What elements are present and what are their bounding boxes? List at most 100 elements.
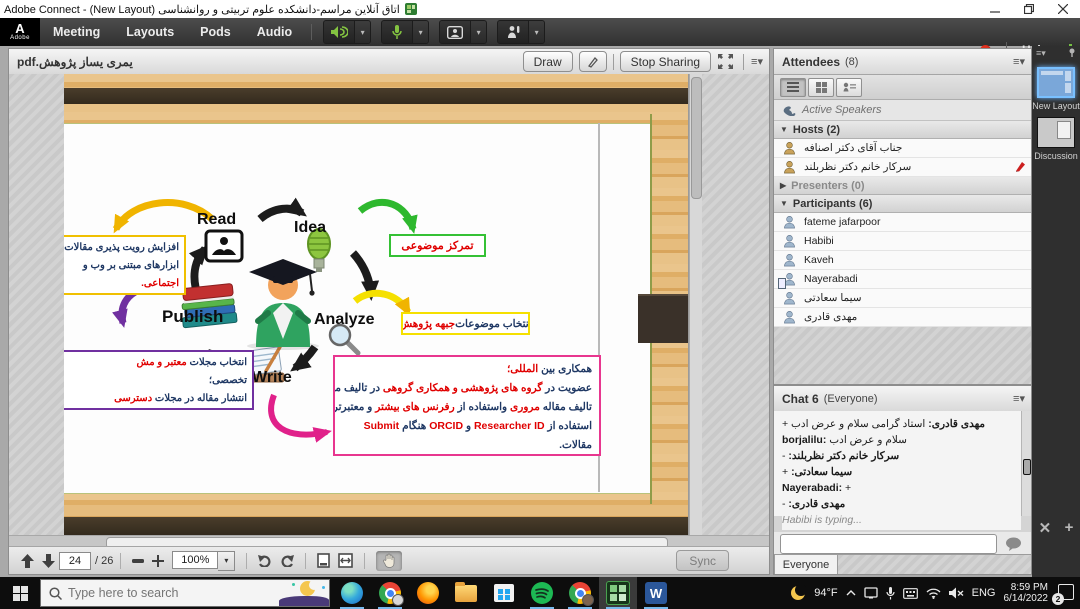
- attendee-row[interactable]: fateme jafarpoor: [774, 213, 1031, 232]
- zoom-out-button[interactable]: [132, 559, 144, 563]
- menu-pods[interactable]: Pods: [187, 18, 244, 46]
- taskbar-spotify[interactable]: [523, 577, 561, 609]
- attendee-row[interactable]: Nayerabadi: [774, 270, 1031, 289]
- start-button[interactable]: [0, 577, 40, 609]
- close-button[interactable]: [1046, 0, 1080, 18]
- rotate-left-button[interactable]: [258, 554, 272, 567]
- rail-add-layout-icon[interactable]: +: [1065, 519, 1074, 537]
- pointer-tool-button[interactable]: [579, 51, 607, 72]
- fit-width-button[interactable]: [338, 553, 353, 568]
- tray-wifi-icon[interactable]: [926, 588, 941, 599]
- taskbar-adobe-connect-active[interactable]: [599, 577, 637, 609]
- attendee-row[interactable]: سیما سعادتی: [774, 289, 1031, 308]
- next-page-button[interactable]: [42, 554, 55, 568]
- attendees-pod-menu-icon[interactable]: ≡▾: [1013, 55, 1025, 68]
- pdf-slide[interactable]: Read Idea Analyze Write Publish افزایش ر…: [64, 74, 689, 535]
- menu-layouts[interactable]: Layouts: [113, 18, 187, 46]
- taskbar-firefox[interactable]: [409, 577, 447, 609]
- zoom-dropdown[interactable]: ▾: [218, 551, 235, 571]
- chat-pod-menu-icon[interactable]: ≡▾: [1013, 392, 1025, 405]
- discussion-thumbnail[interactable]: [1037, 117, 1075, 148]
- taskbar-chrome-2[interactable]: [561, 577, 599, 609]
- chat-scrollbar[interactable]: [1021, 411, 1031, 516]
- weather-temp[interactable]: 94°F: [814, 587, 837, 599]
- divider: [305, 553, 306, 569]
- rotate-right-button[interactable]: [280, 554, 294, 567]
- speaker-button[interactable]: [324, 21, 354, 43]
- attendee-row[interactable]: مهدی قادری: [774, 308, 1031, 327]
- share-pod-menu-icon[interactable]: ≡▾: [751, 55, 763, 68]
- tray-display-icon[interactable]: [864, 587, 878, 599]
- presenters-section-header[interactable]: ▶ Presenters (0): [774, 177, 1031, 195]
- send-message-button[interactable]: [1001, 534, 1025, 554]
- new-layout-thumbnail[interactable]: [1037, 67, 1075, 98]
- microphone-dropdown[interactable]: ▾: [412, 21, 428, 43]
- scrollbar-thumb[interactable]: [1023, 459, 1031, 475]
- hosts-label: Hosts (2): [793, 124, 840, 136]
- tray-volume-muted-icon[interactable]: [949, 587, 964, 599]
- maximize-button[interactable]: [1012, 0, 1046, 18]
- scrollbar-thumb[interactable]: [691, 77, 702, 199]
- rail-pin-icon[interactable]: [1068, 48, 1076, 59]
- layout-discussion[interactable]: Discussion: [1032, 117, 1080, 161]
- pan-tool-button[interactable]: [376, 551, 402, 571]
- rail-menu-icon[interactable]: ≡▾: [1036, 48, 1046, 59]
- journals-textbox: انتخاب مجلات معتبر و مشتخصصی؛انتشار مقال…: [64, 350, 254, 410]
- notification-center-button[interactable]: 2: [1056, 584, 1076, 602]
- taskbar-chrome[interactable]: [371, 577, 409, 609]
- participants-section-header[interactable]: ▼ Participants (6): [774, 195, 1031, 213]
- card-view-button[interactable]: [836, 78, 862, 97]
- language-indicator[interactable]: ENG: [972, 587, 996, 599]
- taskbar-edge[interactable]: [333, 577, 371, 609]
- undo-icon: [258, 554, 272, 567]
- menu-meeting[interactable]: Meeting: [40, 18, 113, 46]
- attendee-row[interactable]: جناب آقای دکتر اصنافه: [774, 139, 1031, 158]
- zoom-in-button[interactable]: [152, 555, 164, 567]
- chat-message-input[interactable]: [780, 534, 997, 554]
- previous-page-button[interactable]: [21, 554, 34, 568]
- fullscreen-button[interactable]: [718, 54, 733, 69]
- zoom-level[interactable]: 100%: [172, 551, 218, 569]
- raise-hand-icon: [506, 25, 521, 39]
- weather-moon-icon[interactable]: [790, 585, 806, 601]
- tray-touch-keyboard-icon[interactable]: [903, 588, 918, 599]
- search-icon: [49, 587, 62, 600]
- fit-page-button[interactable]: [317, 553, 330, 568]
- microphone-button[interactable]: [382, 21, 412, 43]
- tab-everyone[interactable]: Everyone: [774, 554, 838, 574]
- divider: [120, 553, 121, 569]
- speaker-icon: [330, 25, 348, 39]
- attendee-row[interactable]: Kaveh: [774, 251, 1031, 270]
- attendee-name: Kaveh: [804, 254, 834, 266]
- taskbar-microsoft-store[interactable]: [485, 577, 523, 609]
- draw-button[interactable]: Draw: [523, 51, 573, 72]
- taskbar-word[interactable]: W: [637, 577, 675, 609]
- attendee-row[interactable]: سرکار خانم دکتر نظربلند: [774, 158, 1031, 177]
- visibility-textbox: افزایش رویت پذیری مقالاتابزارهای مبتنی ب…: [64, 235, 186, 295]
- minimize-button[interactable]: [978, 0, 1012, 18]
- tray-expand-icon[interactable]: [846, 590, 856, 596]
- attendee-row[interactable]: Habibi: [774, 232, 1031, 251]
- speaker-dropdown[interactable]: ▾: [354, 21, 370, 43]
- tray-microphone-icon[interactable]: [886, 587, 895, 600]
- hosts-section-header[interactable]: ▼ Hosts (2): [774, 121, 1031, 139]
- taskbar-file-explorer[interactable]: [447, 577, 485, 609]
- webcam-button[interactable]: [440, 21, 470, 43]
- webcam-dropdown[interactable]: ▾: [470, 21, 486, 43]
- raise-hand-button[interactable]: [498, 21, 528, 43]
- taskbar-search[interactable]: [40, 579, 330, 607]
- layout-new-layout[interactable]: New Layout: [1032, 67, 1080, 111]
- menu-audio[interactable]: Audio: [244, 18, 305, 46]
- page-number-input[interactable]: [59, 552, 91, 570]
- status-dropdown[interactable]: ▾: [528, 21, 544, 43]
- grid-view-button[interactable]: [808, 78, 834, 97]
- list-view-button[interactable]: [780, 78, 806, 97]
- share-vertical-scrollbar[interactable]: [689, 74, 702, 535]
- stop-sharing-button[interactable]: Stop Sharing: [620, 51, 711, 72]
- attendees-title: Attendees: [782, 55, 840, 69]
- sync-button[interactable]: Sync: [676, 550, 729, 571]
- rail-close-icon[interactable]: ✕: [1039, 519, 1052, 537]
- search-input[interactable]: [62, 585, 271, 601]
- clock[interactable]: 8:59 PM 6/14/2022: [1004, 582, 1049, 604]
- divider: [613, 54, 614, 70]
